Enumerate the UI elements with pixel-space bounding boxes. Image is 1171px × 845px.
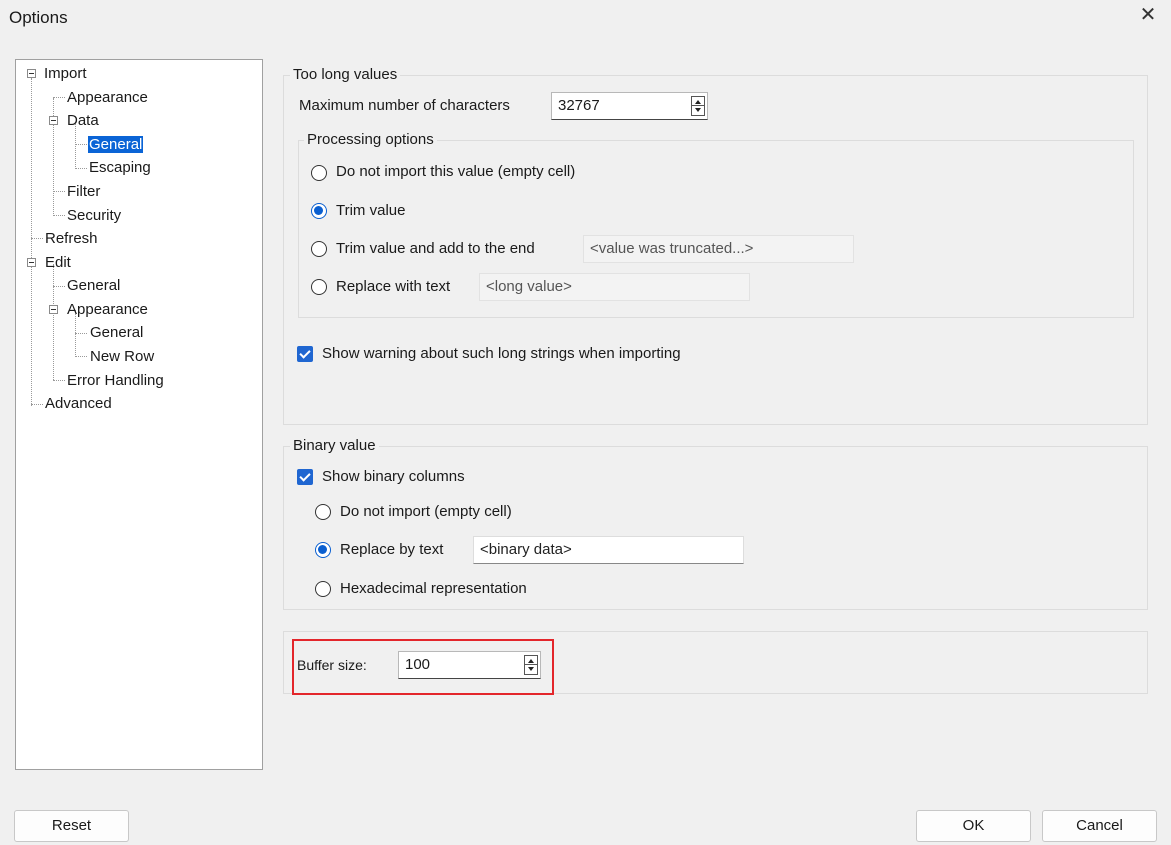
tree-item-new-row[interactable]: New Row [90,347,154,367]
reset-button[interactable]: Reset [14,810,129,842]
buffer-size-spinner[interactable]: 100 [398,651,541,679]
radio-binary-replace-by-text[interactable] [315,542,331,558]
tree-item-edit[interactable]: Edit [45,253,71,273]
collapse-icon[interactable] [27,258,36,267]
radio-do-not-import[interactable] [311,165,327,181]
tree-item-security[interactable]: Security [67,206,121,226]
buffer-size-label: Buffer size: [297,657,367,673]
binary-value-legend: Binary value [290,437,379,454]
collapse-icon[interactable] [27,69,36,78]
max-chars-label: Maximum number of characters [299,97,510,114]
tree-item-error-handling[interactable]: Error Handling [67,371,164,391]
binary-replace-text-input[interactable]: <binary data> [473,536,744,564]
buffer-size-value[interactable]: 100 [405,652,430,678]
spin-arrows-icon[interactable] [524,655,538,675]
tree-item-refresh[interactable]: Refresh [45,229,98,249]
tree-item-general[interactable]: General [88,135,144,155]
show-binary-columns-label[interactable]: Show binary columns [322,468,465,485]
radio-replace-text-label[interactable]: Replace with text [336,278,450,295]
tree-item-import[interactable]: Import [44,64,87,84]
truncated-suffix-input[interactable]: <value was truncated...> [583,235,854,263]
cancel-button[interactable]: Cancel [1042,810,1157,842]
radio-do-not-import-label[interactable]: Do not import this value (empty cell) [336,163,575,180]
show-warning-label[interactable]: Show warning about such long strings whe… [322,345,681,362]
collapse-icon[interactable] [49,116,58,125]
tree-item-appearance[interactable]: Appearance [67,88,148,108]
spin-arrows-icon[interactable] [691,96,705,116]
radio-binary-replace-by-text-label[interactable]: Replace by text [340,541,443,558]
radio-binary-do-not-import[interactable] [315,504,331,520]
radio-trim-value-label[interactable]: Trim value [336,202,405,219]
processing-options-legend: Processing options [304,131,437,148]
radio-replace-text[interactable] [311,279,327,295]
options-tree[interactable]: Import Appearance Data General Escaping … [15,59,263,770]
radio-hexadecimal[interactable] [315,581,331,597]
tree-item-escaping[interactable]: Escaping [89,158,151,178]
tree-item-edit-appearance[interactable]: Appearance [67,300,148,320]
too-long-values-legend: Too long values [290,66,401,83]
tree-item-data[interactable]: Data [67,111,99,131]
radio-hexadecimal-label[interactable]: Hexadecimal representation [340,580,527,597]
collapse-icon[interactable] [49,305,58,314]
tree-item-filter[interactable]: Filter [67,182,100,202]
radio-binary-do-not-import-label[interactable]: Do not import (empty cell) [340,503,512,520]
ok-button[interactable]: OK [916,810,1031,842]
tree-item-edit-appearance-general[interactable]: General [90,323,143,343]
show-warning-checkbox[interactable] [297,346,313,362]
show-binary-columns-checkbox[interactable] [297,469,313,485]
radio-trim-add-end[interactable] [311,241,327,257]
max-chars-spinner[interactable]: 32767 [551,92,708,120]
window-title: Options [9,8,68,27]
close-icon[interactable]: ✕ [1137,4,1159,26]
tree-item-edit-general[interactable]: General [67,276,120,296]
radio-trim-add-end-label[interactable]: Trim value and add to the end [336,240,535,257]
radio-trim-value[interactable] [311,203,327,219]
replace-text-input[interactable]: <long value> [479,273,750,301]
tree-item-advanced[interactable]: Advanced [45,394,112,414]
max-chars-value[interactable]: 32767 [558,93,600,119]
